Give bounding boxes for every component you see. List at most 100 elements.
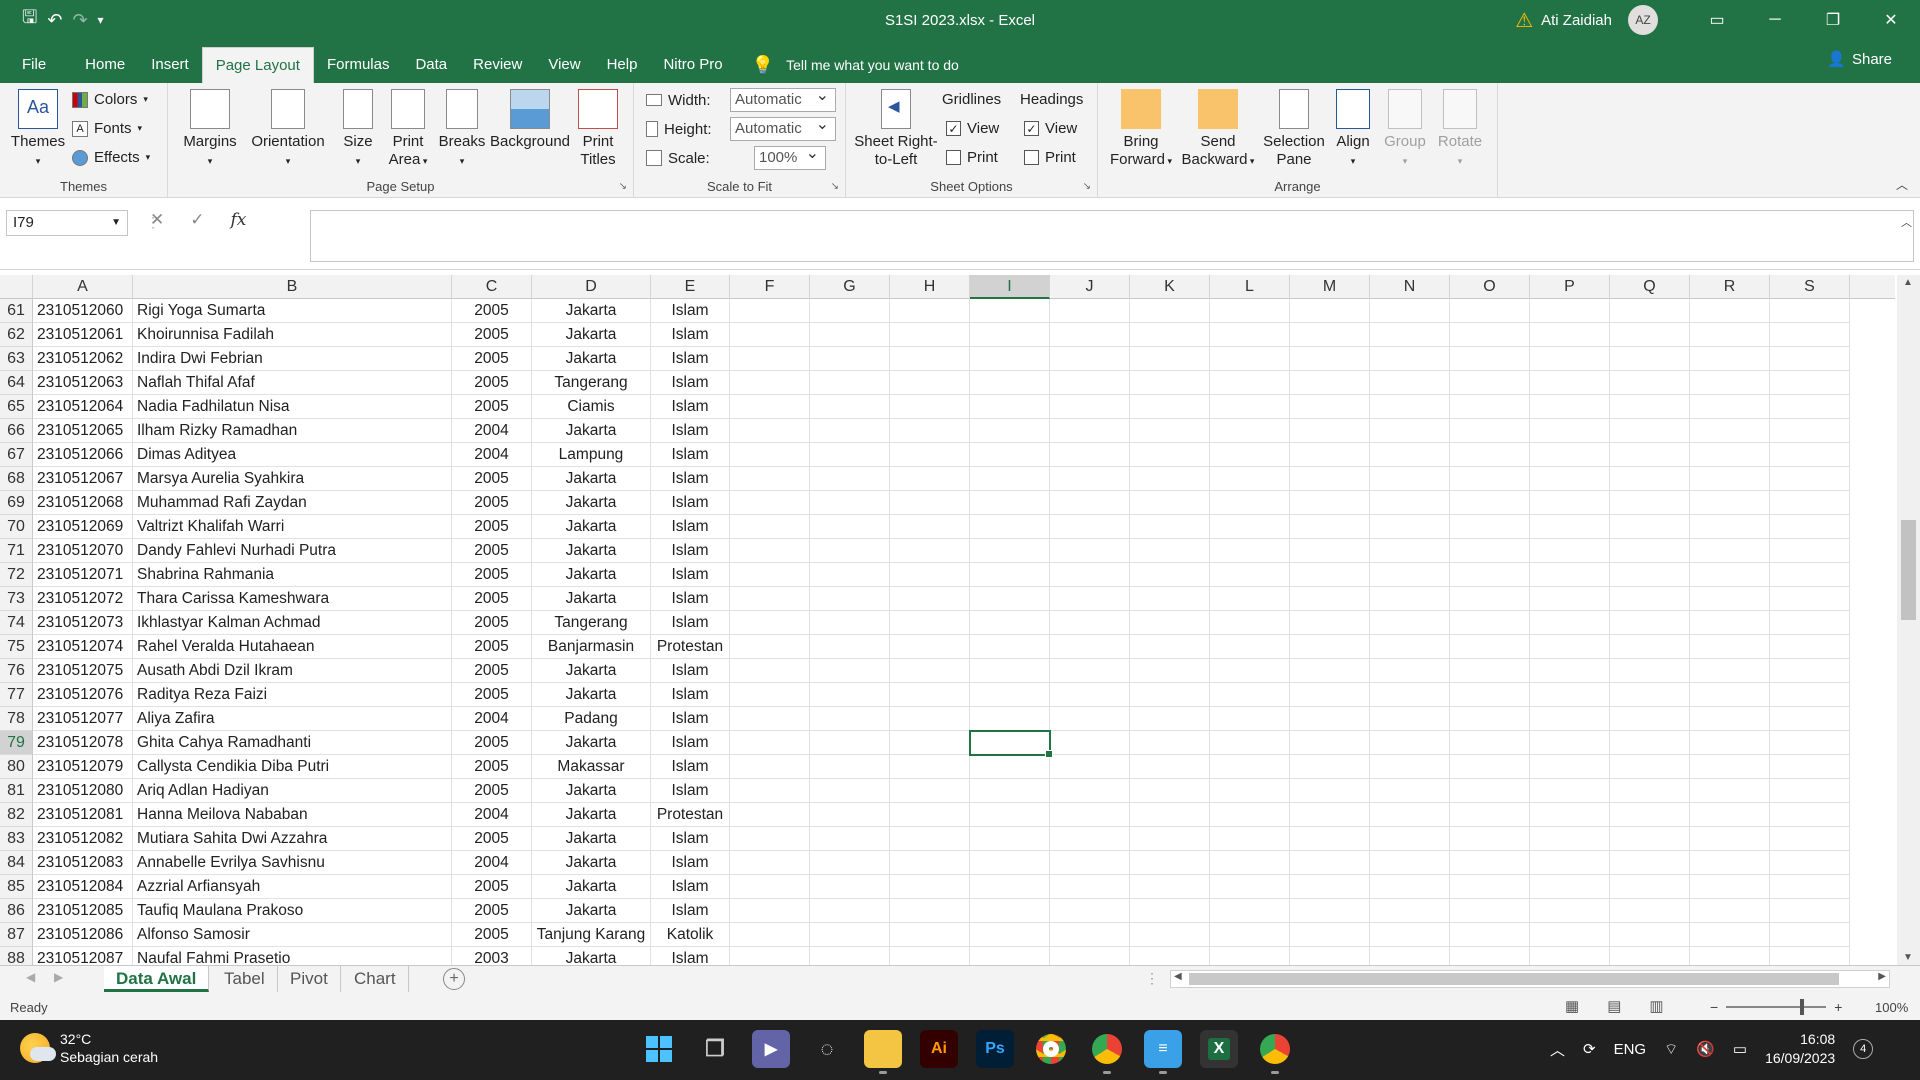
cell-g72[interactable]	[810, 563, 890, 587]
insert-function-icon[interactable]: fx	[231, 210, 247, 230]
cell-p88[interactable]	[1530, 947, 1610, 965]
cell-m78[interactable]	[1290, 707, 1370, 731]
cell-g68[interactable]	[810, 467, 890, 491]
cell-c85[interactable]: 2005	[452, 875, 532, 899]
cell-o82[interactable]	[1450, 803, 1530, 827]
cell-n82[interactable]	[1370, 803, 1450, 827]
cell-g70[interactable]	[810, 515, 890, 539]
cell-b62[interactable]: Khoirunnisa Fadilah	[133, 323, 452, 347]
cell-r71[interactable]	[1690, 539, 1770, 563]
cell-s88[interactable]	[1770, 947, 1850, 965]
row-header[interactable]: 69	[0, 491, 33, 515]
chrome-profile-icon[interactable]	[1088, 1030, 1126, 1074]
cell-h62[interactable]	[890, 323, 970, 347]
sheet-tab-pivot[interactable]: Pivot	[278, 966, 341, 992]
cell-r84[interactable]	[1690, 851, 1770, 875]
cell-q81[interactable]	[1610, 779, 1690, 803]
group-button[interactable]: Group ▾	[1380, 89, 1430, 170]
cell-k69[interactable]	[1130, 491, 1210, 515]
cell-a68[interactable]: 2310512067	[33, 467, 133, 491]
cell-l88[interactable]	[1210, 947, 1290, 965]
page-break-view-icon[interactable]: ▥	[1649, 997, 1663, 1015]
cell-d76[interactable]: Jakarta	[532, 659, 651, 683]
cell-m85[interactable]	[1290, 875, 1370, 899]
cell-o81[interactable]	[1450, 779, 1530, 803]
cell-d88[interactable]: Jakarta	[532, 947, 651, 965]
cell-a76[interactable]: 2310512075	[33, 659, 133, 683]
cell-i74[interactable]	[970, 611, 1050, 635]
cell-n66[interactable]	[1370, 419, 1450, 443]
cell-k72[interactable]	[1130, 563, 1210, 587]
cell-b72[interactable]: Shabrina Rahmania	[133, 563, 452, 587]
cell-r80[interactable]	[1690, 755, 1770, 779]
cell-r75[interactable]	[1690, 635, 1770, 659]
cell-b76[interactable]: Ausath Abdi Dzil Ikram	[133, 659, 452, 683]
margins-button[interactable]: Margins ▾	[180, 89, 240, 170]
dialog-launcher-icon[interactable]: ↘	[619, 181, 627, 192]
cell-o78[interactable]	[1450, 707, 1530, 731]
cell-m81[interactable]	[1290, 779, 1370, 803]
cell-d80[interactable]: Makassar	[532, 755, 651, 779]
cell-a64[interactable]: 2310512063	[33, 371, 133, 395]
cell-g71[interactable]	[810, 539, 890, 563]
cell-g61[interactable]	[810, 299, 890, 323]
cell-o68[interactable]	[1450, 467, 1530, 491]
column-header-l[interactable]: L	[1210, 275, 1290, 299]
excel-icon[interactable]: X	[1200, 1030, 1238, 1068]
rotate-button[interactable]: Rotate ▾	[1434, 89, 1486, 170]
prev-sheet-icon[interactable]: ◀	[26, 970, 35, 984]
column-header-o[interactable]: O	[1450, 275, 1530, 299]
cell-e71[interactable]: Islam	[651, 539, 730, 563]
cell-p63[interactable]	[1530, 347, 1610, 371]
cell-f70[interactable]	[730, 515, 810, 539]
cell-o69[interactable]	[1450, 491, 1530, 515]
cell-p66[interactable]	[1530, 419, 1610, 443]
cell-a72[interactable]: 2310512071	[33, 563, 133, 587]
cell-h67[interactable]	[890, 443, 970, 467]
cell-l71[interactable]	[1210, 539, 1290, 563]
cell-c86[interactable]: 2005	[452, 899, 532, 923]
loading-icon[interactable]: ◌	[808, 1030, 846, 1068]
cell-i73[interactable]	[970, 587, 1050, 611]
cell-b81[interactable]: Ariq Adlan Hadiyan	[133, 779, 452, 803]
cell-j61[interactable]	[1050, 299, 1130, 323]
cell-e64[interactable]: Islam	[651, 371, 730, 395]
cell-h68[interactable]	[890, 467, 970, 491]
cell-p68[interactable]	[1530, 467, 1610, 491]
cell-s72[interactable]	[1770, 563, 1850, 587]
column-header-d[interactable]: D	[532, 275, 651, 299]
scroll-right-icon[interactable]: ▶	[1878, 971, 1886, 982]
cell-e77[interactable]: Islam	[651, 683, 730, 707]
cell-c88[interactable]: 2003	[452, 947, 532, 965]
cell-f76[interactable]	[730, 659, 810, 683]
cell-h77[interactable]	[890, 683, 970, 707]
cell-l75[interactable]	[1210, 635, 1290, 659]
cell-a86[interactable]: 2310512085	[33, 899, 133, 923]
cell-g86[interactable]	[810, 899, 890, 923]
cell-j82[interactable]	[1050, 803, 1130, 827]
cell-a63[interactable]: 2310512062	[33, 347, 133, 371]
horizontal-scrollbar[interactable]: ◀ ▶	[1170, 970, 1890, 988]
cell-m68[interactable]	[1290, 467, 1370, 491]
cell-g87[interactable]	[810, 923, 890, 947]
cell-f62[interactable]	[730, 323, 810, 347]
align-button[interactable]: Align ▾	[1328, 89, 1378, 170]
row-header[interactable]: 78	[0, 707, 33, 731]
cell-d66[interactable]: Jakarta	[532, 419, 651, 443]
cell-h87[interactable]	[890, 923, 970, 947]
cell-p76[interactable]	[1530, 659, 1610, 683]
zoom-level[interactable]: 100%	[1875, 1000, 1908, 1015]
cell-b66[interactable]: Ilham Rizky Ramadhan	[133, 419, 452, 443]
cell-q82[interactable]	[1610, 803, 1690, 827]
scroll-left-icon[interactable]: ◀	[1174, 971, 1182, 982]
cell-j78[interactable]	[1050, 707, 1130, 731]
cell-o88[interactable]	[1450, 947, 1530, 965]
cell-s76[interactable]	[1770, 659, 1850, 683]
cell-r81[interactable]	[1690, 779, 1770, 803]
cell-m72[interactable]	[1290, 563, 1370, 587]
cell-k81[interactable]	[1130, 779, 1210, 803]
cell-m70[interactable]	[1290, 515, 1370, 539]
cell-e81[interactable]: Islam	[651, 779, 730, 803]
cell-s65[interactable]	[1770, 395, 1850, 419]
cell-c87[interactable]: 2005	[452, 923, 532, 947]
